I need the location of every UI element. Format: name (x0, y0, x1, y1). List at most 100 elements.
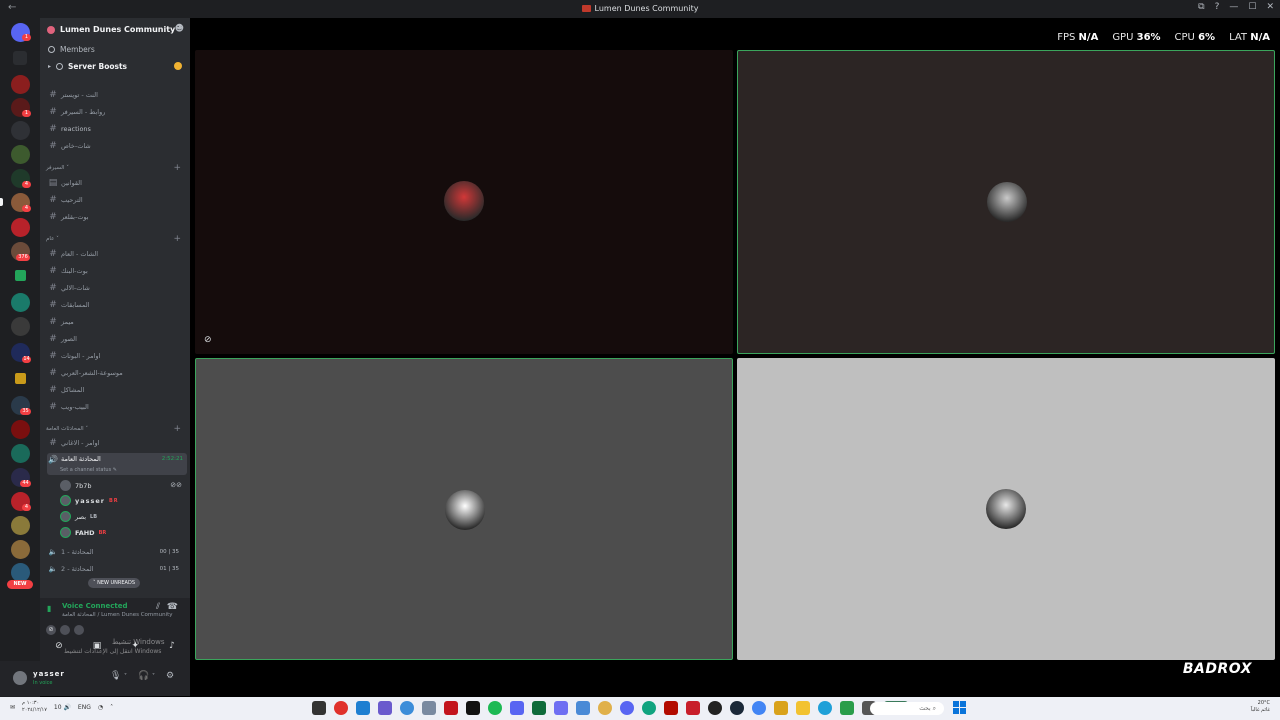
participant-tile[interactable] (737, 358, 1275, 660)
help-icon[interactable]: ? (1215, 2, 1220, 12)
gear-icon[interactable]: ⚙ (166, 671, 174, 681)
add-channel-icon[interactable]: + (173, 234, 181, 244)
server-icon[interactable] (11, 218, 30, 237)
clock[interactable]: ١٠:٣٠ م ٢٠٢٤/١٢/١٧ (22, 700, 47, 714)
chevron-down-icon[interactable]: ˅ (124, 673, 127, 680)
channel-item[interactable]: # reactions (47, 122, 187, 135)
user-avatar[interactable] (13, 671, 27, 685)
server-icon[interactable] (11, 121, 30, 140)
voice-connected-title[interactable]: Voice Connected (62, 602, 128, 610)
folder-icon[interactable] (15, 373, 26, 384)
chevron-down-icon[interactable]: ˅ (152, 673, 155, 680)
camera-off-icon[interactable]: ⊘ (46, 625, 56, 635)
app-icon[interactable] (686, 701, 700, 715)
app-icon[interactable] (708, 701, 722, 715)
app-icon[interactable] (510, 701, 524, 715)
channel-item[interactable]: # الترحيب (47, 193, 187, 206)
channel-item[interactable]: # ميمز (47, 315, 187, 328)
channel-item[interactable]: # اوامر - الاغاني (47, 436, 187, 449)
participant-tile[interactable]: ⊘ (195, 50, 733, 354)
netflix-app-icon[interactable] (444, 701, 458, 715)
app-icon[interactable] (598, 701, 612, 715)
server-header[interactable]: Lumen Dunes Community ˅ ☻ (40, 18, 190, 42)
wifi-icon[interactable]: ◔ (98, 704, 103, 711)
voice-connected-subtitle[interactable]: المحادثة العامة / Lumen Dunes Community (62, 612, 173, 618)
edge-app-icon[interactable] (818, 701, 832, 715)
file-explorer-icon[interactable] (796, 701, 810, 715)
pip-icon[interactable]: ⧉ (1198, 2, 1204, 12)
teams-app-icon[interactable] (554, 701, 568, 715)
opera-app-icon[interactable] (334, 701, 348, 715)
channel-item[interactable]: # المشاكل (47, 383, 187, 396)
channel-item[interactable]: # بوت-البنك (47, 264, 187, 277)
channel-item[interactable]: # روابط - السيرفر (47, 105, 187, 118)
chatgpt-app-icon[interactable] (642, 701, 656, 715)
app-icon[interactable] (400, 701, 414, 715)
channel-item[interactable]: # موسوعة-الشعر-العربي (47, 366, 187, 379)
channel-item[interactable]: # المسابقات (47, 298, 187, 311)
app-icon[interactable] (576, 701, 590, 715)
app-icon[interactable] (840, 701, 854, 715)
participant-tile[interactable] (737, 50, 1275, 354)
minimize-icon[interactable]: — (1229, 2, 1238, 12)
server-icon[interactable] (11, 75, 30, 94)
server-icon[interactable] (11, 420, 30, 439)
dm-icon[interactable] (13, 51, 27, 65)
members-link[interactable]: Members (48, 45, 95, 54)
headphones-icon[interactable]: 🎧 (138, 671, 149, 681)
new-unreads-button[interactable]: ˅ NEW UNREADS (88, 578, 141, 588)
category-header[interactable]: السيرفر ˅ + (46, 163, 181, 173)
notification-icon[interactable]: ✉ (10, 704, 15, 711)
server-name[interactable]: Lumen Dunes Community ˅ (60, 25, 182, 34)
maximize-icon[interactable]: ☐ (1248, 2, 1256, 12)
disconnect-icon[interactable]: ☎ (167, 602, 178, 612)
channel-item[interactable]: # الشات - العام (47, 247, 187, 260)
acrobat-app-icon[interactable] (664, 701, 678, 715)
channel-item[interactable]: # بوت-بقلعر (47, 210, 187, 223)
video-off-icon[interactable]: ⊘ (55, 641, 63, 651)
app-icon[interactable] (422, 701, 436, 715)
category-header[interactable]: المحادثات العامة ˅ + (46, 424, 181, 434)
server-boosts-link[interactable]: ▸ Server Boosts (48, 62, 127, 71)
voice-user[interactable]: 7b7b (60, 480, 92, 491)
category-header[interactable]: عام ˅ + (46, 234, 181, 244)
server-icon[interactable] (11, 540, 30, 559)
channel-item[interactable]: # الصور (47, 332, 187, 345)
excel-app-icon[interactable] (532, 701, 546, 715)
voice-channel-item[interactable]: 🔈 المحادثة - 2 01 | 35 (47, 562, 187, 575)
add-channel-icon[interactable]: + (173, 424, 181, 434)
server-icon[interactable] (11, 293, 30, 312)
voice-user[interactable]: بصر LB (60, 511, 97, 522)
chrome-app-icon[interactable] (752, 701, 766, 715)
tray-chevron-icon[interactable]: ˄ (110, 704, 113, 711)
channel-status-hint[interactable]: Set a channel status ✎ (60, 467, 117, 473)
username[interactable]: yasser (33, 670, 65, 678)
server-icon[interactable] (11, 444, 30, 463)
volume-indicator[interactable]: 10 🔊 (54, 704, 71, 711)
server-icon[interactable] (11, 317, 30, 336)
close-icon[interactable]: ✕ (1266, 2, 1274, 12)
noise-suppression-icon[interactable]: ⫽ (156, 602, 160, 612)
channel-item[interactable]: # اوامر - البوتات (47, 349, 187, 362)
vscode-app-icon[interactable] (356, 701, 370, 715)
server-icon[interactable] (11, 516, 30, 535)
folder-icon[interactable] (15, 270, 26, 281)
voice-user[interactable]: FAHD BR (60, 527, 106, 538)
channel-item[interactable]: # النت - تويستر (47, 88, 187, 101)
voice-channel-item[interactable]: 🔈 المحادثة - 1 00 | 35 (47, 545, 187, 558)
capcut-app-icon[interactable] (466, 701, 480, 715)
search-box[interactable]: بحث ⌕ (870, 702, 944, 715)
channel-item[interactable]: # البيب-ويب (47, 400, 187, 413)
server-icon[interactable] (11, 145, 30, 164)
channel-item[interactable]: # شات-الالي (47, 281, 187, 294)
microphone-icon[interactable]: 🎙 (110, 671, 121, 681)
spotify-app-icon[interactable] (488, 701, 502, 715)
channel-item[interactable]: ▤ القوانين (47, 176, 187, 189)
language-indicator[interactable]: ENG (78, 704, 91, 711)
new-pill[interactable]: NEW (7, 580, 33, 589)
discord-app-icon[interactable] (620, 701, 634, 715)
channel-item[interactable]: # شات-خاص (47, 139, 187, 152)
app-icon[interactable] (378, 701, 392, 715)
start-button-icon[interactable] (953, 701, 966, 714)
voice-user[interactable]: yasser BR (60, 495, 119, 506)
